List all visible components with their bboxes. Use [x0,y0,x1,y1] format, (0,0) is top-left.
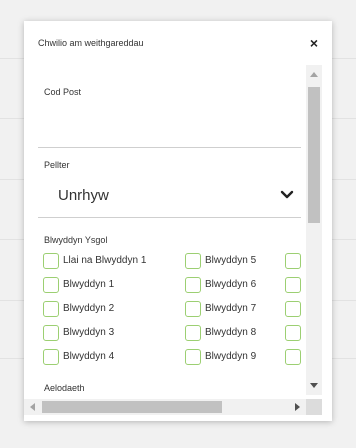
postcode-input[interactable] [44,107,301,143]
scroll-left-arrow-icon[interactable] [30,403,35,411]
chevron-down-icon [280,190,294,199]
distance-select[interactable]: Unrhyw [38,177,301,213]
checkbox[interactable] [185,301,201,317]
checkbox[interactable] [43,325,59,341]
checkbox[interactable] [185,253,201,269]
checkbox[interactable] [285,277,301,293]
checkbox[interactable] [285,325,301,341]
scroll-down-arrow-icon[interactable] [310,383,318,388]
checkbox[interactable] [285,301,301,317]
checkbox-label: Llai na Blwyddyn 1 [63,255,147,266]
checkbox[interactable] [185,349,201,365]
checkbox-row[interactable] [280,297,306,321]
checkbox[interactable] [43,301,59,317]
checkbox[interactable] [43,277,59,293]
checkbox-row[interactable] [280,273,306,297]
school-year-column-3 [280,249,306,369]
dialog-title: Chwilio am weithgareddau [38,38,144,48]
dialog-content: Cod Post Pellter Unrhyw Blwyddyn Ysgol L… [38,79,306,397]
close-button[interactable]: × [310,36,318,50]
checkbox-label: Blwyddyn 1 [63,279,115,290]
checkbox-label: Blwyddyn 8 [205,327,257,338]
distance-underline [38,217,301,218]
checkbox-row[interactable] [280,321,306,345]
checkbox-row[interactable]: Blwyddyn 2 [38,297,178,321]
checkbox-label: Blwyddyn 2 [63,303,115,314]
horizontal-scroll-thumb[interactable] [42,401,222,413]
school-year-column-1: Llai na Blwyddyn 1 Blwyddyn 1 Blwyddyn 2… [38,249,178,369]
checkbox[interactable] [285,253,301,269]
checkbox[interactable] [185,277,201,293]
checkbox[interactable] [43,253,59,269]
vertical-scrollbar[interactable] [306,65,322,395]
scroll-up-arrow-icon[interactable] [310,72,318,77]
checkbox[interactable] [43,349,59,365]
checkbox[interactable] [285,349,301,365]
postcode-underline [38,147,301,148]
checkbox-row[interactable]: Blwyddyn 4 [38,345,178,369]
checkbox-row[interactable] [280,345,306,369]
school-year-label: Blwyddyn Ysgol [44,235,108,245]
checkbox-row[interactable]: Llai na Blwyddyn 1 [38,249,178,273]
checkbox-row[interactable]: Blwyddyn 3 [38,321,178,345]
checkbox-label: Blwyddyn 9 [205,351,257,362]
checkbox-label: Blwyddyn 3 [63,327,115,338]
checkbox-label: Blwyddyn 5 [205,255,257,266]
checkbox[interactable] [185,325,201,341]
membership-label: Aelodaeth [44,383,85,393]
scroll-right-arrow-icon[interactable] [295,403,300,411]
postcode-label: Cod Post [44,87,82,97]
distance-label: Pellter [44,160,70,170]
checkbox-row[interactable] [280,249,306,273]
horizontal-scrollbar[interactable] [24,399,306,415]
vertical-scroll-thumb[interactable] [308,87,320,223]
distance-select-value: Unrhyw [58,187,109,204]
checkbox-label: Blwyddyn 7 [205,303,257,314]
scrollbar-corner [306,399,322,415]
checkbox-label: Blwyddyn 4 [63,351,115,362]
checkbox-row[interactable]: Blwyddyn 1 [38,273,178,297]
checkbox-label: Blwyddyn 6 [205,279,257,290]
search-activities-dialog: Chwilio am weithgareddau × Cod Post Pell… [24,21,332,421]
